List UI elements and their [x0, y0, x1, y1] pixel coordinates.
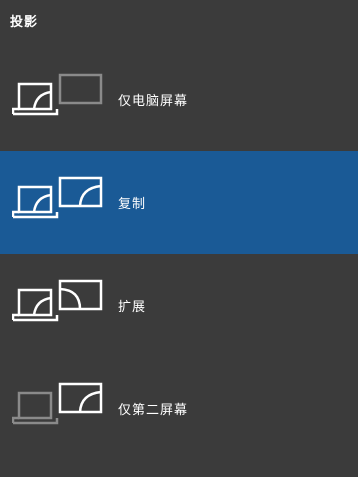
- duplicate-icon: [11, 175, 108, 227]
- option-second-screen-only[interactable]: 仅第二屏幕: [0, 357, 358, 460]
- option-pc-screen-only[interactable]: 仅电脑屏幕: [0, 48, 358, 151]
- option-duplicate[interactable]: 复制: [0, 151, 358, 254]
- option-label: 仅电脑屏幕: [118, 94, 189, 109]
- option-label: 仅第二屏幕: [118, 403, 189, 418]
- option-label: 扩展: [118, 300, 147, 315]
- project-panel: 投影 仅电脑屏幕 复制 扩展 仅第二屏幕: [0, 0, 358, 477]
- second-screen-only-icon: [11, 381, 108, 433]
- panel-title: 投影: [10, 15, 39, 30]
- pc-screen-only-icon: [11, 72, 108, 124]
- option-label: 复制: [118, 197, 147, 212]
- option-extend[interactable]: 扩展: [0, 254, 358, 357]
- extend-icon: [11, 278, 108, 330]
